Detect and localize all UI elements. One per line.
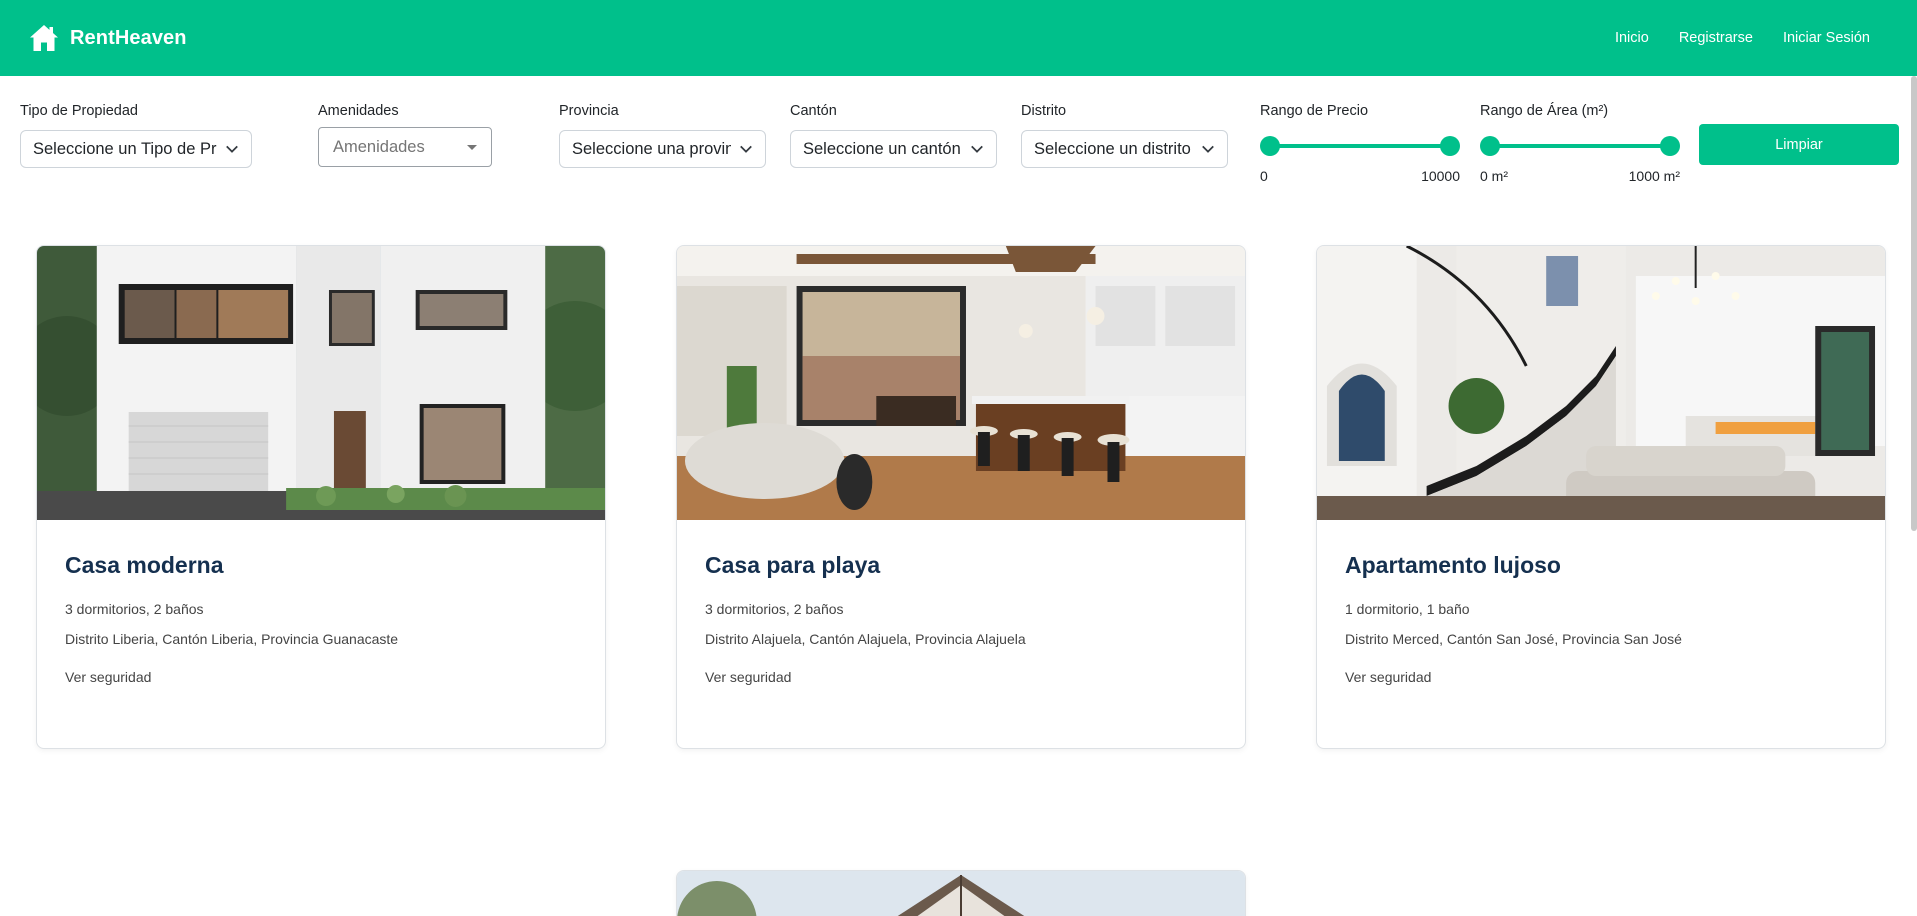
provincia-select[interactable]: Seleccione una provincia <box>559 130 766 168</box>
precio-label: Rango de Precio <box>1260 103 1369 119</box>
property-card[interactable]: Apartamento lujoso 1 dormitorio, 1 baño … <box>1316 245 1886 749</box>
area-label: Rango de Área (m²) <box>1480 103 1609 119</box>
ver-seguridad-link[interactable]: Ver seguridad <box>65 669 151 685</box>
ver-seguridad-link[interactable]: Ver seguridad <box>1345 669 1431 685</box>
property-image <box>677 246 1245 520</box>
canton-select-value: Seleccione un cantón <box>803 139 961 158</box>
card-rooms: 1 dormitorio, 1 baño <box>1345 601 1470 617</box>
area-min-value: 0 m² <box>1480 168 1508 184</box>
filter-distrito-label: Distrito <box>1021 103 1067 119</box>
card-title: Casa para playa <box>705 552 881 578</box>
amenidades-select-value: Amenidades <box>333 137 425 156</box>
filter-canton-label: Cantón <box>790 103 837 119</box>
precio-slider-track <box>1270 144 1450 148</box>
card-body: Casa moderna 3 dormitorios, 2 baños Dist… <box>37 520 605 748</box>
precio-slider[interactable] <box>1260 133 1460 159</box>
chevron-down-icon <box>1202 145 1214 153</box>
card-body: Apartamento lujoso 1 dormitorio, 1 baño … <box>1317 520 1885 748</box>
home-icon <box>30 25 58 51</box>
card-body: Casa para playa 3 dormitorios, 2 baños D… <box>677 520 1245 748</box>
brand-link[interactable]: RentHeaven <box>28 22 187 54</box>
filter-tipo-label: Tipo de Propiedad <box>20 103 138 119</box>
nav-link-registrarse[interactable]: Registrarse <box>1679 30 1753 46</box>
nav-link-inicio[interactable]: Inicio <box>1615 30 1649 46</box>
navbar: RentHeaven Inicio Registrarse Iniciar Se… <box>0 0 1917 76</box>
distrito-select[interactable]: Seleccione un distrito <box>1021 130 1228 168</box>
filter-provincia: Provincia Seleccione una provincia <box>559 101 766 168</box>
nav-link-iniciar-sesion[interactable]: Iniciar Sesión <box>1783 30 1870 46</box>
filter-distrito: Distrito Seleccione un distrito <box>1021 101 1228 168</box>
chevron-down-icon <box>971 145 983 153</box>
property-card[interactable]: Casa para playa 3 dormitorios, 2 baños D… <box>676 245 1246 749</box>
tipo-select-value: Seleccione un Tipo de Pro <box>33 139 217 158</box>
property-image <box>1317 246 1885 520</box>
chevron-down-icon <box>226 145 238 153</box>
card-location: Distrito Liberia, Cantón Liberia, Provin… <box>65 631 399 647</box>
card-title: Casa moderna <box>65 552 224 578</box>
area-slider-track <box>1490 144 1670 148</box>
filter-tipo: Tipo de Propiedad Seleccione un Tipo de … <box>20 101 252 168</box>
precio-slider-min-thumb[interactable] <box>1260 136 1280 156</box>
filter-provincia-label: Provincia <box>559 103 619 119</box>
card-rooms: 3 dormitorios, 2 baños <box>705 601 844 617</box>
filter-amenidades: Amenidades Amenidades <box>318 101 492 167</box>
brand-name: RentHeaven <box>70 26 187 49</box>
card-title: Apartamento lujoso <box>1345 552 1561 578</box>
tipo-select[interactable]: Seleccione un Tipo de Pro <box>20 130 252 168</box>
property-card[interactable] <box>676 870 1246 916</box>
clear-filters-button[interactable]: Limpiar <box>1699 124 1899 165</box>
area-slider[interactable] <box>1480 133 1680 159</box>
distrito-select-value: Seleccione un distrito <box>1034 139 1191 158</box>
page-scrollbar[interactable] <box>1911 76 1917 531</box>
filter-area: Rango de Área (m²) 0 m² 1000 m² <box>1480 101 1680 184</box>
ver-seguridad-link[interactable]: Ver seguridad <box>705 669 791 685</box>
precio-slider-max-thumb[interactable] <box>1440 136 1460 156</box>
property-image <box>37 246 605 520</box>
filter-amenidades-label: Amenidades <box>318 103 399 119</box>
card-rooms: 3 dormitorios, 2 baños <box>65 601 204 617</box>
area-values: 0 m² 1000 m² <box>1480 168 1680 184</box>
precio-values: 0 10000 <box>1260 168 1460 184</box>
filter-bar: Tipo de Propiedad Seleccione un Tipo de … <box>0 76 1917 206</box>
property-card[interactable]: Casa moderna 3 dormitorios, 2 baños Dist… <box>36 245 606 749</box>
property-image <box>677 871 1245 916</box>
card-location: Distrito Alajuela, Cantón Alajuela, Prov… <box>705 631 1026 647</box>
card-location: Distrito Merced, Cantón San José, Provin… <box>1345 631 1682 647</box>
precio-min-value: 0 <box>1260 168 1268 184</box>
amenidades-select[interactable]: Amenidades <box>318 127 492 167</box>
area-max-value: 1000 m² <box>1628 168 1680 184</box>
area-slider-min-thumb[interactable] <box>1480 136 1500 156</box>
filter-precio: Rango de Precio 0 10000 <box>1260 101 1460 184</box>
canton-select[interactable]: Seleccione un cantón <box>790 130 997 168</box>
nav-links: Inicio Registrarse Iniciar Sesión <box>1615 30 1870 46</box>
chevron-down-icon <box>740 145 752 153</box>
provincia-select-value: Seleccione una provincia <box>572 139 731 158</box>
filter-canton: Cantón Seleccione un cantón <box>790 101 997 168</box>
precio-max-value: 10000 <box>1421 168 1460 184</box>
area-slider-max-thumb[interactable] <box>1660 136 1680 156</box>
caret-down-icon <box>467 144 477 150</box>
